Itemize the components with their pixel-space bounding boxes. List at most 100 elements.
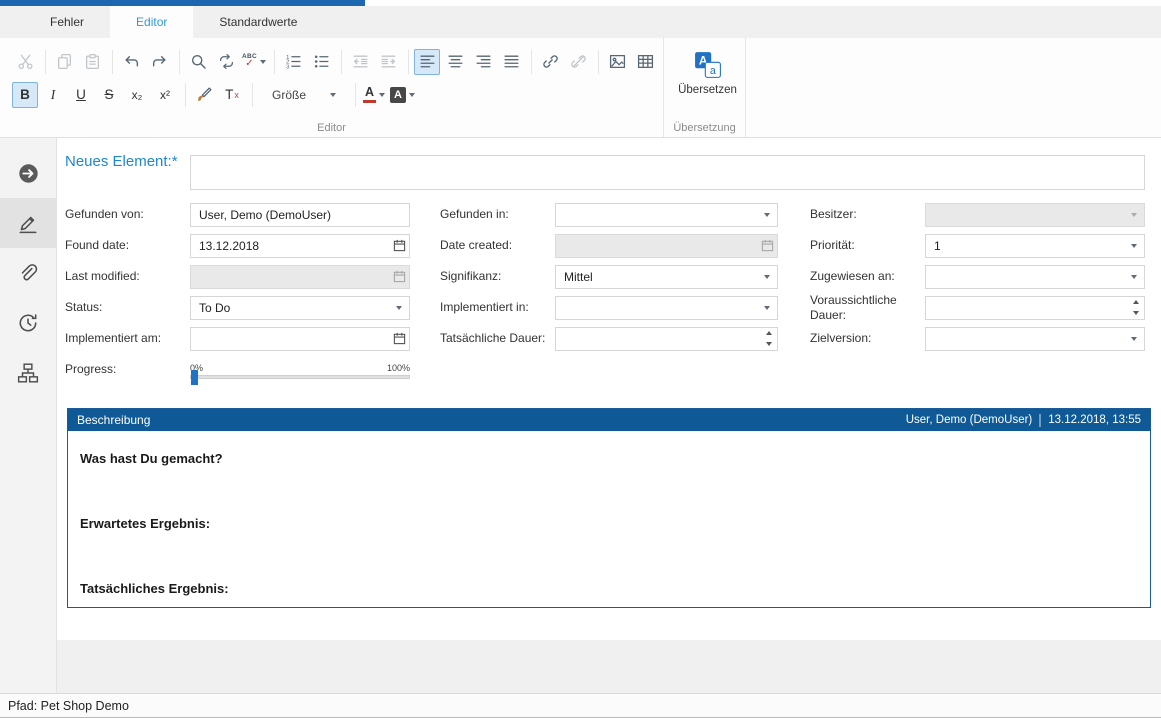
description-body[interactable]: Was hast Du gemacht? Erwartetes Ergebnis… bbox=[68, 431, 1150, 596]
cut-button[interactable] bbox=[12, 49, 38, 75]
undo-button[interactable] bbox=[118, 49, 144, 75]
found-date-input[interactable] bbox=[190, 234, 410, 258]
tab-editor[interactable]: Editor bbox=[110, 6, 193, 38]
translate-button[interactable]: Aa Übersetzen bbox=[672, 45, 743, 119]
superscript-button[interactable]: x² bbox=[152, 82, 178, 108]
fill-color-button[interactable]: A bbox=[389, 82, 416, 108]
unlink-button[interactable] bbox=[565, 49, 591, 75]
description-question-3: Tatsächliches Ergebnis: bbox=[80, 581, 1138, 596]
implementiert-in-field bbox=[555, 296, 778, 320]
status-input[interactable] bbox=[190, 296, 410, 320]
calendar-button[interactable] bbox=[389, 235, 409, 257]
sidebar-item-hierarchy[interactable] bbox=[0, 348, 56, 398]
gefunden-von-field bbox=[190, 203, 410, 227]
justify-button[interactable] bbox=[498, 49, 524, 75]
insert-image-button[interactable] bbox=[604, 49, 630, 75]
svg-text:a: a bbox=[709, 65, 715, 77]
align-center-button[interactable] bbox=[442, 49, 468, 75]
format-painter-button[interactable] bbox=[191, 82, 217, 108]
voraussichtliche-dauer-input[interactable] bbox=[925, 296, 1145, 320]
spin-up-button[interactable] bbox=[760, 328, 777, 339]
insert-link-button[interactable] bbox=[537, 49, 563, 75]
copy-button[interactable] bbox=[51, 49, 77, 75]
gefunden-in-input[interactable] bbox=[555, 203, 778, 227]
implementiert-in-input[interactable] bbox=[555, 296, 778, 320]
spin-down-button[interactable] bbox=[1127, 308, 1144, 319]
ribbon-group-label-editor: Editor bbox=[0, 122, 663, 134]
field-label-last-modified: Last modified: bbox=[65, 269, 190, 284]
new-element-input[interactable] bbox=[190, 155, 1145, 190]
subscript-button[interactable]: x₂ bbox=[124, 82, 150, 108]
tab-standardwerte[interactable]: Standardwerte bbox=[193, 6, 323, 38]
tab-fehler[interactable]: Fehler bbox=[24, 6, 110, 38]
field-label-besitzer: Besitzer: bbox=[810, 207, 925, 222]
sidebar-item-edit[interactable] bbox=[0, 198, 56, 248]
strikethrough-button[interactable]: S bbox=[96, 82, 122, 108]
chevron-down-icon bbox=[1133, 311, 1139, 315]
link-icon bbox=[542, 53, 559, 70]
spin-up-button[interactable] bbox=[1127, 297, 1144, 308]
sidebar-item-history[interactable] bbox=[0, 298, 56, 348]
spin-down-button[interactable] bbox=[760, 339, 777, 350]
bullet-list-button[interactable] bbox=[308, 49, 334, 75]
zugewiesen-an-input[interactable] bbox=[925, 265, 1145, 289]
spellcheck-icon: ABC✓ bbox=[242, 54, 257, 70]
sidebar-item-goto[interactable] bbox=[0, 148, 56, 198]
font-color-button[interactable]: A bbox=[361, 82, 387, 108]
toolbar-separator bbox=[408, 50, 409, 74]
signifikanz-input[interactable] bbox=[555, 265, 778, 289]
gefunden-von-input[interactable] bbox=[190, 203, 410, 227]
increase-indent-button[interactable] bbox=[375, 49, 401, 75]
calendar-button[interactable] bbox=[389, 328, 409, 350]
dropdown-button[interactable] bbox=[757, 204, 777, 226]
align-right-button[interactable] bbox=[470, 49, 496, 75]
tatsaechliche-dauer-input[interactable] bbox=[555, 327, 778, 351]
table-icon bbox=[637, 53, 654, 70]
decrease-indent-button[interactable] bbox=[347, 49, 373, 75]
dropdown-button[interactable] bbox=[757, 266, 777, 288]
description-panel: Beschreibung User, Demo (DemoUser) 13.12… bbox=[67, 408, 1151, 608]
search-button[interactable] bbox=[185, 49, 211, 75]
arrow-right-circle-icon bbox=[17, 162, 40, 185]
redo-button[interactable] bbox=[146, 49, 172, 75]
zielversion-input[interactable] bbox=[925, 327, 1145, 351]
meta-divider bbox=[1039, 414, 1041, 427]
search-icon bbox=[190, 53, 207, 70]
tatsaechliche-dauer-field bbox=[555, 327, 778, 351]
field-label-date-created: Date created: bbox=[440, 238, 555, 253]
underline-button[interactable]: U bbox=[68, 82, 94, 108]
numbered-list-button[interactable]: 123 bbox=[280, 49, 306, 75]
sidebar bbox=[0, 138, 57, 693]
last-modified-field bbox=[190, 265, 410, 289]
spellcheck-button[interactable]: ABC✓ bbox=[241, 49, 267, 75]
dropdown-button[interactable] bbox=[757, 297, 777, 319]
content-filler bbox=[57, 640, 1161, 693]
numbered-list-icon: 123 bbox=[285, 53, 302, 70]
field-label-zielversion: Zielversion: bbox=[810, 331, 925, 346]
progress-slider[interactable]: 0%100% bbox=[190, 361, 410, 379]
progress-track[interactable] bbox=[190, 375, 410, 379]
clear-formatting-button[interactable]: Tx bbox=[219, 82, 245, 108]
sidebar-item-attachments[interactable] bbox=[0, 248, 56, 298]
dropdown-button[interactable] bbox=[389, 297, 409, 319]
gefunden-in-field bbox=[555, 203, 778, 227]
insert-table-button[interactable] bbox=[632, 49, 658, 75]
bold-button[interactable]: B bbox=[12, 82, 38, 108]
chevron-down-icon bbox=[764, 306, 770, 310]
progress-handle[interactable] bbox=[191, 370, 198, 385]
find-replace-button[interactable] bbox=[213, 49, 239, 75]
italic-button[interactable]: I bbox=[40, 82, 66, 108]
field-label-tatsaechliche-dauer: Tatsächliche Dauer: bbox=[440, 331, 555, 346]
implementiert-am-input[interactable] bbox=[190, 327, 410, 351]
dropdown-button[interactable] bbox=[1124, 235, 1144, 257]
chevron-down-icon bbox=[766, 342, 772, 346]
dropdown-button[interactable] bbox=[1124, 266, 1144, 288]
paste-button[interactable] bbox=[79, 49, 105, 75]
align-left-button[interactable] bbox=[414, 49, 440, 75]
chevron-down-icon bbox=[764, 213, 770, 217]
chevron-down-icon bbox=[1131, 244, 1137, 248]
status-bar: Pfad: Pet Shop Demo bbox=[0, 693, 1161, 718]
prioritaet-input[interactable] bbox=[925, 234, 1145, 258]
font-size-combo[interactable]: Größe bbox=[264, 83, 344, 107]
dropdown-button[interactable] bbox=[1124, 328, 1144, 350]
